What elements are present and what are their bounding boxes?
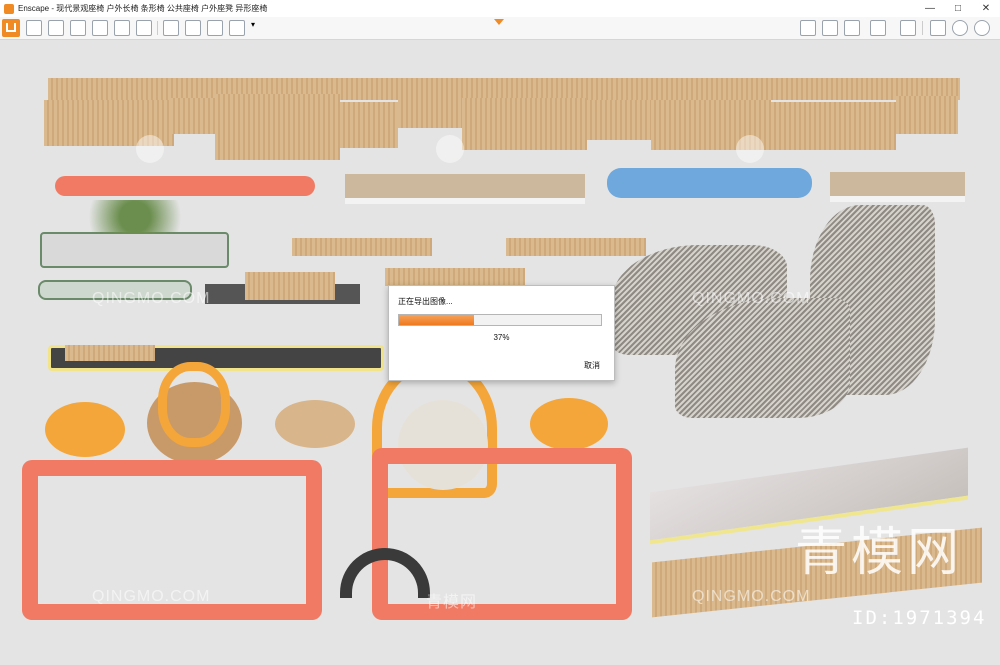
toolbar-separator: [157, 21, 158, 35]
progress-bar: [398, 314, 602, 326]
wood-bench: [292, 238, 432, 256]
wood-bench-block: [215, 94, 340, 160]
coral-wave-bench: [55, 176, 315, 196]
wood-bench-top: [48, 78, 960, 100]
blue-pebble-bench: [607, 168, 812, 198]
export-progress-dialog: 正在导出图像... 37% 取消: [388, 285, 615, 381]
watermark-text: QINGMO.COM: [92, 290, 211, 307]
wood-bench-step: [398, 98, 462, 128]
plants: [60, 200, 210, 234]
collapse-toolbar-icon[interactable]: [494, 19, 504, 25]
building-icon[interactable]: [136, 20, 152, 36]
minimize-button[interactable]: —: [916, 3, 944, 14]
capture-icon[interactable]: [92, 20, 108, 36]
watermark-text: QINGMO.COM: [692, 588, 811, 605]
cancel-button[interactable]: 取消: [584, 360, 600, 371]
toolbar: ▾: [0, 17, 1000, 40]
upload-icon[interactable]: [114, 20, 130, 36]
render-viewport[interactable]: QINGMO.COM QINGMO.COM QINGMO.COM 青模网 QIN…: [0, 40, 1000, 665]
cube-icon[interactable]: [844, 20, 860, 36]
visibility-icon[interactable]: [930, 20, 946, 36]
title-bar: Enscape - 现代景观座椅 户外长椅 条形椅 公共座椅 户外座凳 异形座椅…: [0, 0, 1000, 18]
screenshot-icon[interactable]: [163, 20, 179, 36]
wood-seat: [65, 345, 155, 361]
close-button[interactable]: ✕: [972, 3, 1000, 14]
toolbar-separator: [922, 21, 923, 35]
wood-bench: [506, 238, 646, 256]
progress-percent: 37%: [493, 333, 510, 342]
watermark-logo-icon: [136, 135, 164, 163]
wood-bench-step: [587, 100, 651, 140]
gear-icon[interactable]: [952, 20, 968, 36]
chevron-down-icon[interactable]: ▾: [251, 20, 261, 36]
library-icon[interactable]: [870, 20, 886, 36]
home-icon[interactable]: [2, 19, 20, 37]
wood-seat: [245, 272, 335, 300]
wood-base-planter: [275, 400, 355, 448]
settings-panel-icon[interactable]: [822, 20, 838, 36]
stone-planter-bench: [830, 172, 965, 202]
watermark-logo-icon: [736, 135, 764, 163]
wood-bench-block: [771, 102, 896, 150]
maximize-button[interactable]: □: [944, 3, 972, 14]
round-planter: [45, 402, 125, 457]
wood-bench: [385, 268, 525, 286]
batch-render-icon[interactable]: [185, 20, 201, 36]
dialog-title: 正在导出图像...: [398, 297, 453, 306]
wood-bench-step: [170, 98, 220, 134]
watermark-text-cn: 青模网: [426, 594, 478, 611]
enscape-app-icon: [4, 3, 14, 14]
asset-library-icon[interactable]: [26, 20, 42, 36]
view-binoculars-icon[interactable]: [70, 20, 86, 36]
export-3d-icon[interactable]: [900, 20, 916, 36]
window-title: Enscape - 现代景观座椅 户外长椅 条形椅 公共座椅 户外座凳 异形座椅: [18, 4, 268, 13]
map-icon[interactable]: [800, 20, 816, 36]
planter-bench: [40, 232, 229, 268]
wood-bench-block: [462, 98, 587, 150]
help-icon[interactable]: [974, 20, 990, 36]
panorama-icon[interactable]: [207, 20, 223, 36]
watermark-logo-icon: [436, 135, 464, 163]
round-planter: [530, 398, 608, 450]
brand-watermark: 青模网: [795, 523, 964, 583]
watermark-text: QINGMO.COM: [92, 588, 211, 605]
export-icon[interactable]: [229, 20, 245, 36]
model-id: ID:1971394: [852, 607, 987, 629]
watermark-text: QINGMO.COM: [692, 290, 811, 307]
stone-planter-bench: [345, 174, 585, 204]
wood-bench-step: [896, 96, 958, 134]
wood-bench-step: [340, 102, 398, 148]
ring-planter: [158, 362, 230, 447]
bim-icon[interactable]: [48, 20, 64, 36]
progress-fill: [399, 315, 474, 325]
